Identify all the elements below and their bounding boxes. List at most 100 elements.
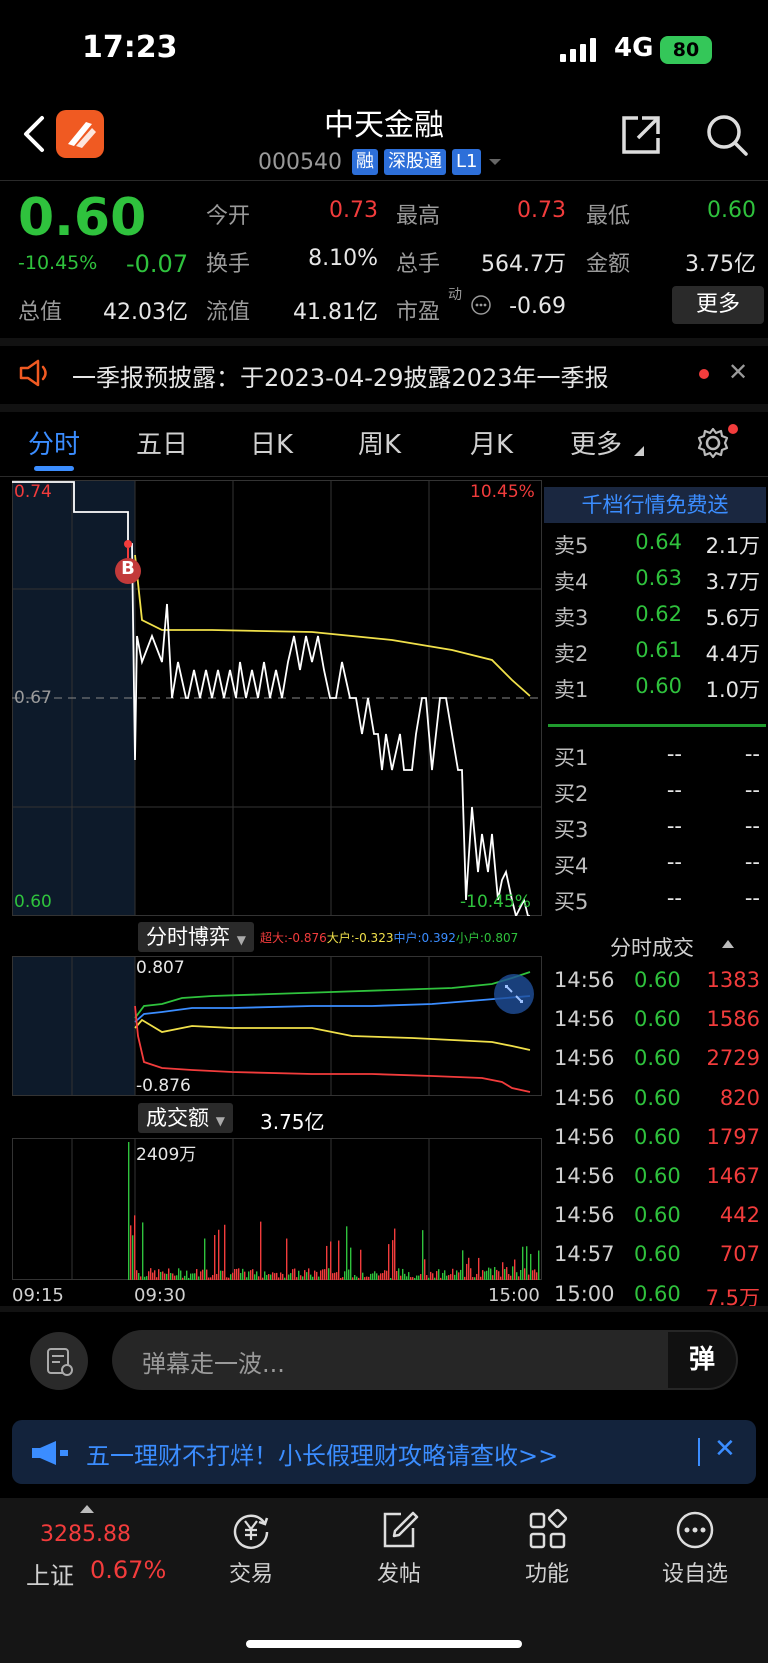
volume-bar bbox=[386, 1270, 388, 1280]
orderbook-ask-row[interactable]: 卖1 0.60 1.0万 bbox=[554, 674, 760, 704]
volume-bar bbox=[134, 1215, 136, 1280]
section-gap bbox=[0, 338, 768, 346]
orderbook-ask-row[interactable]: 卖5 0.64 2.1万 bbox=[554, 530, 760, 560]
volume-bar bbox=[498, 1271, 500, 1280]
flow-chart[interactable] bbox=[12, 956, 542, 1096]
orderbook-ask-row[interactable]: 卖3 0.62 5.6万 bbox=[554, 602, 760, 632]
volume-bar bbox=[444, 1270, 446, 1280]
trades-title[interactable]: 分时成交 bbox=[610, 932, 694, 962]
volume-bar bbox=[176, 1275, 178, 1280]
orderbook-bid-row[interactable]: 买4 -- -- bbox=[554, 850, 760, 880]
orderbook-bid-row[interactable]: 买5 -- -- bbox=[554, 886, 760, 916]
tab-more-arrow-icon bbox=[634, 446, 644, 456]
volume-bar bbox=[330, 1241, 332, 1280]
tab-weekly-k[interactable]: 周K bbox=[358, 424, 401, 461]
volume-bar bbox=[322, 1269, 324, 1280]
notice-text[interactable]: 一季报预披露：于2023-04-29披露2023年一季报 bbox=[72, 358, 609, 393]
trade-time: 14:56 bbox=[554, 1203, 615, 1228]
nav-functions[interactable]: 功能 bbox=[492, 1508, 602, 1588]
volume-bar bbox=[470, 1268, 472, 1280]
stat-high-label: 最高 bbox=[396, 204, 441, 229]
orderbook-bid-row[interactable]: 买1 -- -- bbox=[554, 742, 760, 772]
danmu-toggle-button[interactable]: 弹 bbox=[668, 1332, 736, 1388]
stat-pe-sup: 动 bbox=[448, 287, 462, 303]
index-expand-icon[interactable] bbox=[80, 1505, 94, 1513]
flow-axis-top: 0.807 bbox=[136, 958, 185, 978]
volume-bar bbox=[408, 1272, 410, 1280]
volume-bar bbox=[396, 1270, 398, 1280]
volume-bar bbox=[398, 1268, 400, 1280]
legend-small: 小户:0.807 bbox=[455, 931, 519, 945]
info-dots-icon[interactable] bbox=[470, 294, 492, 316]
orderbook-price: -- bbox=[666, 814, 682, 838]
volume-bar bbox=[162, 1271, 164, 1280]
volume-bar bbox=[536, 1272, 538, 1280]
more-button[interactable]: 更多 bbox=[672, 286, 764, 324]
volume-bar bbox=[184, 1275, 186, 1280]
orderbook-volume: 2.1万 bbox=[705, 534, 760, 558]
volume-bar bbox=[224, 1224, 226, 1280]
orderbook-level: 买4 bbox=[554, 854, 589, 878]
nav-trade[interactable]: 交易 bbox=[196, 1508, 306, 1588]
y-axis-bottom: 0.60 bbox=[14, 892, 52, 912]
orderbook-bid-row[interactable]: 买2 -- -- bbox=[554, 778, 760, 808]
volume-bar bbox=[154, 1270, 156, 1280]
volume-bar bbox=[208, 1277, 210, 1280]
volume-bar bbox=[502, 1262, 504, 1280]
tab-intraday[interactable]: 分时 bbox=[28, 424, 80, 461]
volume-bar bbox=[472, 1277, 474, 1280]
stat-turnover-label: 换手 bbox=[206, 252, 251, 277]
flow-indicator-select[interactable]: 分时博弈 ▼ bbox=[138, 922, 254, 952]
volume-bar bbox=[306, 1272, 308, 1280]
tab-five-day[interactable]: 五日 bbox=[136, 424, 188, 461]
stock-code: 000540 bbox=[258, 149, 342, 175]
orderbook-ask-row[interactable]: 卖4 0.63 3.7万 bbox=[554, 566, 760, 596]
volume-chart[interactable] bbox=[12, 1138, 542, 1280]
orderbook-promo[interactable]: 千档行情免费送 bbox=[544, 487, 766, 523]
volume-bar bbox=[454, 1274, 456, 1280]
chevron-down-icon[interactable] bbox=[487, 157, 503, 167]
volume-bar bbox=[170, 1273, 172, 1280]
volume-bar bbox=[370, 1273, 372, 1280]
index-pct[interactable]: 0.67% bbox=[90, 1556, 166, 1584]
trade-volume: 1467 bbox=[706, 1164, 760, 1188]
volume-bar bbox=[296, 1277, 298, 1280]
nav-post[interactable]: 发帖 bbox=[344, 1508, 454, 1588]
comment-placeholder: 弹幕走一波... bbox=[142, 1350, 285, 1378]
volume-bar bbox=[440, 1277, 442, 1280]
stat-floatcap-value: 41.81亿 bbox=[293, 300, 378, 325]
banner-close-icon[interactable]: ✕ bbox=[714, 1434, 736, 1464]
tab-daily-k[interactable]: 日K bbox=[250, 424, 293, 461]
tab-monthly-k[interactable]: 月K bbox=[470, 424, 513, 461]
banner-text[interactable]: 五一理财不打烊！小长假理财攻略请查收>> bbox=[86, 1436, 558, 1471]
index-value[interactable]: 3285.88 bbox=[40, 1522, 131, 1547]
volume-bar bbox=[260, 1221, 262, 1280]
volume-bar bbox=[310, 1274, 312, 1280]
orderbook-volume: 1.0万 bbox=[705, 678, 760, 702]
volume-bar bbox=[228, 1277, 230, 1280]
trade-price: 0.60 bbox=[634, 1085, 681, 1110]
orderbook-price: 0.62 bbox=[635, 602, 682, 626]
home-indicator[interactable] bbox=[246, 1640, 522, 1648]
volume-indicator-select[interactable]: 成交额 ▼ bbox=[138, 1103, 233, 1133]
volume-bar bbox=[226, 1277, 228, 1280]
gear-icon[interactable] bbox=[696, 426, 730, 460]
volume-bar bbox=[334, 1272, 336, 1280]
orderbook-volume: -- bbox=[744, 814, 760, 838]
tab-more[interactable]: 更多 bbox=[570, 424, 622, 461]
index-name[interactable]: 上证 bbox=[26, 1556, 74, 1591]
intraday-chart[interactable] bbox=[12, 480, 542, 916]
trade-price: 0.60 bbox=[634, 1164, 681, 1188]
nav-add-watchlist[interactable]: 设自选 bbox=[640, 1508, 750, 1588]
orderbook-bid-row[interactable]: 买3 -- -- bbox=[554, 814, 760, 844]
share-icon[interactable] bbox=[618, 112, 664, 158]
pct-axis-top: 10.45% bbox=[470, 482, 535, 502]
volume-bar bbox=[538, 1250, 540, 1280]
trade-price: 0.60 bbox=[634, 1203, 681, 1228]
orderbook-ask-row[interactable]: 卖2 0.61 4.4万 bbox=[554, 638, 760, 668]
notice-close-icon[interactable]: ✕ bbox=[728, 358, 748, 386]
search-icon[interactable] bbox=[704, 112, 750, 158]
volume-bar bbox=[242, 1268, 244, 1280]
comment-settings-button[interactable] bbox=[30, 1332, 88, 1390]
volume-bar bbox=[342, 1277, 344, 1280]
